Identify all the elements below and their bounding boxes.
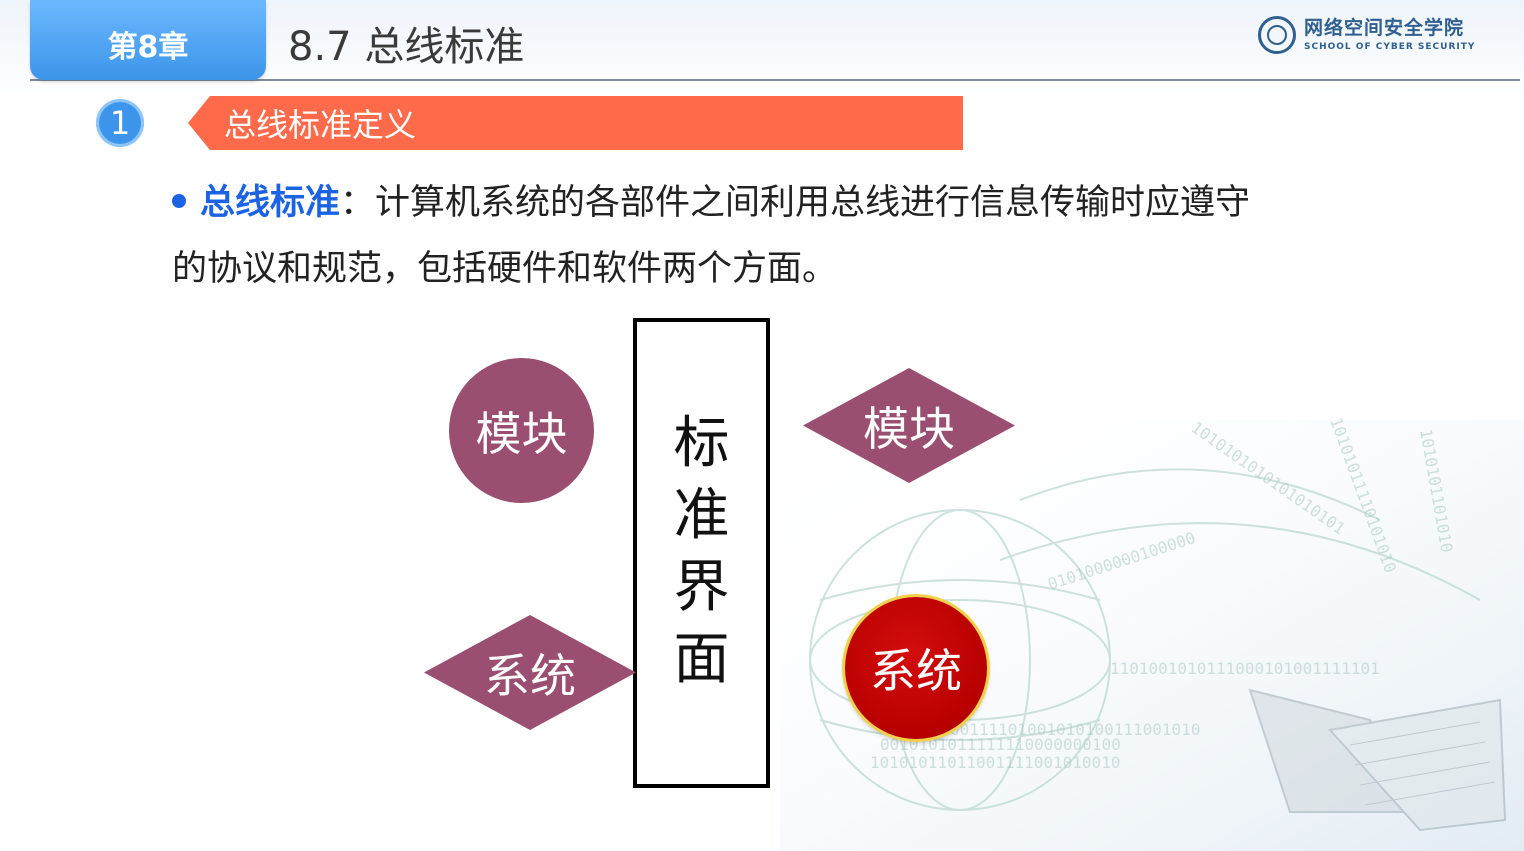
system-circle: 系统 bbox=[845, 597, 987, 739]
slide-title: 8.7 总线标准 bbox=[288, 24, 525, 70]
slide: 1101001010111000101001111101 00111101001… bbox=[0, 0, 1524, 851]
svg-text:1101001010111000101001111101: 1101001010111000101001111101 bbox=[1110, 659, 1380, 678]
svg-text:0101000000100000: 0101000000100000 bbox=[1045, 528, 1197, 594]
module-circle-label: 模块 bbox=[475, 406, 568, 461]
system-diamond-label: 系统 bbox=[484, 648, 576, 703]
chapter-label: 第8章 bbox=[107, 30, 189, 65]
definition-line-1: 总线标准：计算机系统的各部件之间利用总线进行信息传输时应遵守 bbox=[172, 170, 1372, 236]
module-circle: 模块 bbox=[449, 358, 594, 503]
interface-char: 准 bbox=[673, 483, 730, 548]
logo-cn-text: 网络空间安全学院 bbox=[1304, 16, 1465, 39]
svg-text:1010101010101010101: 1010101010101010101 bbox=[1188, 418, 1349, 539]
module-diamond: 模块 bbox=[803, 368, 1015, 483]
chapter-tab: 第8章 bbox=[30, 0, 266, 80]
module-diamond-label: 模块 bbox=[863, 401, 955, 456]
interface-char: 标 bbox=[673, 411, 730, 476]
interface-char: 界 bbox=[673, 555, 730, 620]
svg-text:10101011011001111001010010: 10101011011001111001010010 bbox=[870, 753, 1120, 772]
logo-en-text: SCHOOL OF CYBER SECURITY bbox=[1304, 41, 1476, 52]
school-logo: 网络空间安全学院 SCHOOL OF CYBER SECURITY bbox=[1258, 12, 1488, 58]
section-heading-banner: 总线标准定义 bbox=[188, 96, 963, 150]
svg-text:10101011110101010: 10101011110101010 bbox=[1326, 415, 1400, 575]
system-diamond: 系统 bbox=[424, 615, 636, 730]
system-circle-label: 系统 bbox=[870, 644, 962, 698]
definition-term: 总线标准 bbox=[200, 183, 341, 223]
standard-interface-box: 标 准 界 面 bbox=[633, 318, 770, 788]
definition-text-1: 计算机系统的各部件之间利用总线进行信息传输时应遵守 bbox=[375, 183, 1251, 223]
definition-line-2: 的协议和规范，包括硬件和软件两个方面。 bbox=[172, 249, 838, 289]
definition-separator: ： bbox=[340, 183, 376, 223]
svg-text:00111101001010100111001010: 00111101001010100111001010 bbox=[950, 720, 1200, 739]
section-heading: 总线标准定义 bbox=[224, 106, 417, 144]
interface-char: 面 bbox=[673, 627, 730, 692]
bullet-icon bbox=[172, 194, 186, 208]
definition-paragraph: 总线标准：计算机系统的各部件之间利用总线进行信息传输时应遵守 的协议和规范，包括… bbox=[172, 170, 1372, 302]
svg-text:1010101101010: 1010101101010 bbox=[1416, 427, 1456, 554]
school-seal-icon bbox=[1258, 16, 1296, 54]
section-number-badge: 1 bbox=[96, 99, 144, 147]
